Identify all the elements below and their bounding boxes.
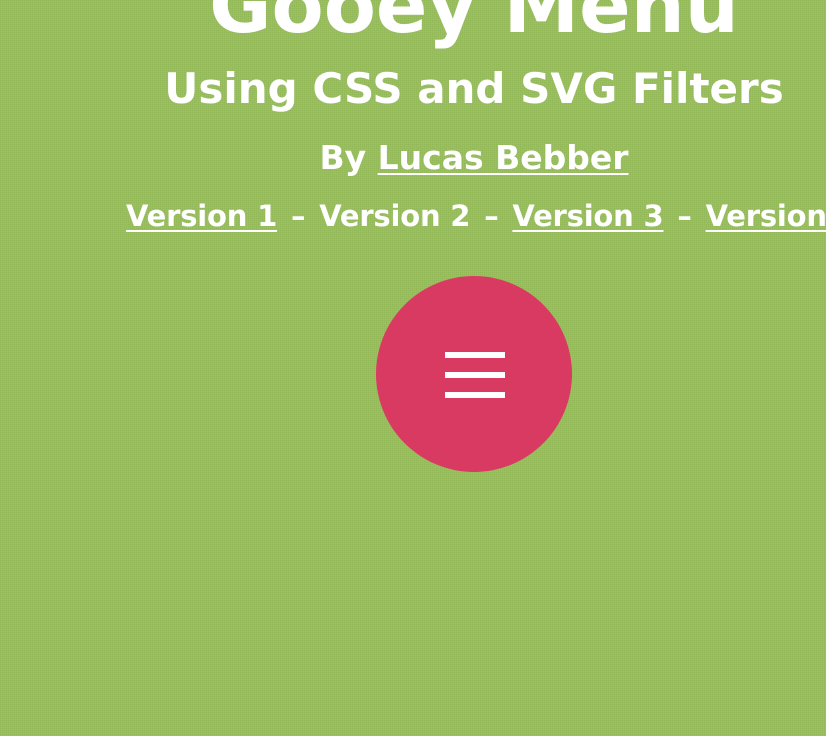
version-1-link[interactable]: Version 1 (126, 199, 277, 233)
version-4-link[interactable]: Version 4 (706, 199, 826, 233)
hamburger-icon (445, 352, 505, 398)
byline-prefix: By (319, 138, 378, 177)
page-subtitle: Using CSS and SVG Filters (164, 64, 784, 113)
byline: By Lucas Bebber (0, 138, 826, 178)
version-nav: Version 1 – Version 2 – Version 3 – Vers… (126, 198, 826, 234)
version-3-link[interactable]: Version 3 (512, 199, 663, 233)
version-2-current: Version 2 (319, 199, 471, 233)
page-title: Gooey Menu (209, 0, 739, 50)
version-separator: – (484, 199, 499, 233)
version-separator: – (290, 199, 306, 233)
version-separator: – (677, 199, 692, 233)
author-link[interactable]: Lucas Bebber (378, 138, 629, 177)
menu-toggle-button[interactable] (376, 276, 572, 472)
